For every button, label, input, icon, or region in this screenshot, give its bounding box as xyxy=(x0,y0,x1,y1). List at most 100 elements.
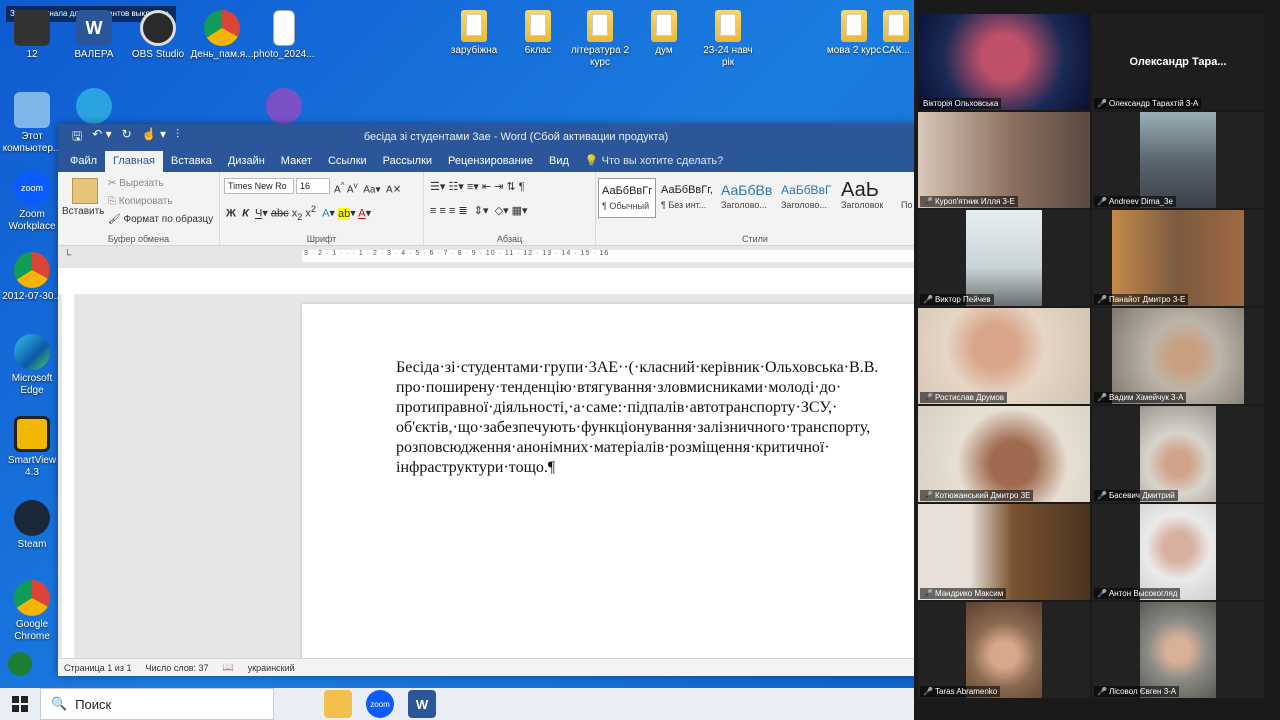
tab-home[interactable]: Главная xyxy=(105,151,163,172)
tab-selector-icon[interactable]: └ xyxy=(64,250,71,261)
participant-video xyxy=(918,406,1090,502)
font-format-buttons[interactable]: Ж К Ч▾ abc x2 x2 A▾ ab▾ A▾ xyxy=(226,204,371,222)
tab-review[interactable]: Рецензирование xyxy=(440,151,541,172)
clipboard-group-label: Буфер обмена xyxy=(107,234,170,244)
participant-tile[interactable]: 🎤 Панайот Дмитро 3-Е xyxy=(1092,210,1264,306)
document-page[interactable]: Бесіда·зі·студентами·групи·3АЕ··(·класни… xyxy=(302,304,914,658)
document-body-text[interactable]: Бесіда·зі·студентами·групи·3АЕ··(·класни… xyxy=(396,358,914,478)
document-area[interactable]: Бесіда·зі·студентами·групи·3АЕ··(·класни… xyxy=(58,294,914,658)
desktop-icon-12[interactable]: 12 xyxy=(0,10,64,61)
chrome-icon xyxy=(14,580,50,616)
tab-design[interactable]: Дизайн xyxy=(220,151,273,172)
list-buttons[interactable]: ☰▾ ☷▾ ≡▾ ⇤ ⇥ ⇅ ¶ xyxy=(430,180,525,193)
participant-name: 🎤 Мандрико Максим xyxy=(920,588,1007,599)
zoom-taskbar-icon[interactable]: zoom xyxy=(366,690,394,718)
desktop-folder-mova[interactable]: мова 2 курс xyxy=(822,10,886,57)
muted-mic-icon: 🎤 xyxy=(923,687,933,696)
proofing-icon[interactable]: 📖 xyxy=(223,662,234,673)
ribbon: Вставить ✂ Вырезать ⎘ Копировать 🖌 Форма… xyxy=(58,172,914,246)
start-button[interactable] xyxy=(0,688,40,720)
participant-tile[interactable]: 🎤 Вадим Хімейчук 3-А xyxy=(1092,308,1264,404)
participant-tile[interactable]: 🎤 Виктор Пейчев xyxy=(918,210,1090,306)
touch-mode-icon[interactable]: ☝ ▾ xyxy=(142,127,166,148)
participant-tile[interactable]: 🎤 Andreev Dima_3е xyxy=(1092,112,1264,208)
participant-tile[interactable]: 🎤 Ростислав Друмов xyxy=(918,308,1090,404)
participant-tile[interactable]: 🎤 Куроп'ятник Илля 3-Е xyxy=(918,112,1090,208)
customize-qat-icon[interactable]: ⫶ xyxy=(176,127,179,148)
desktop-folder-zarubizhna[interactable]: зарубіжна xyxy=(442,10,506,57)
muted-mic-icon: 🎤 xyxy=(1097,589,1107,598)
participant-name: 🎤 Панайот Дмитро 3-Е xyxy=(1094,294,1189,305)
word-count[interactable]: Число слов: 37 xyxy=(145,663,208,673)
grow-shrink-font-buttons[interactable]: A^ Av Aa▾ A✕ xyxy=(334,180,401,195)
participant-tile[interactable]: 🎤 Котюжанський Дмитро 3Е xyxy=(918,406,1090,502)
participant-tile[interactable]: Олександр Тара... 🎤 Олександр Тарахтій 3-… xyxy=(1092,14,1264,110)
tab-insert[interactable]: Вставка xyxy=(163,151,220,172)
taskbar-search[interactable]: 🔍 Поиск xyxy=(40,688,274,720)
participant-tile[interactable]: 🎤 Антон Высокогляд xyxy=(1092,504,1264,600)
participant-tile[interactable]: 🎤 Лісовол Євген 3-А xyxy=(1092,602,1264,698)
style-heading-1[interactable]: АаБбВв Заголово... xyxy=(718,178,776,218)
participant-name: 🎤 Taras Abramenko xyxy=(920,686,1001,697)
desktop-icon-telegram[interactable] xyxy=(62,88,126,127)
style-normal[interactable]: АаБбВвГг, ¶ Обычный xyxy=(598,178,656,218)
participant-name: 🎤 Ростислав Друмов xyxy=(920,392,1008,403)
desktop-icon-smartview[interactable]: SmartView 4.3 xyxy=(0,416,64,479)
horizontal-ruler[interactable]: 3 · 2 · 1 · · · 1 · 2 · 3 · 4 · 5 · 6 · … xyxy=(302,250,914,262)
participant-tile[interactable]: Вікторія Ольховська xyxy=(918,14,1090,110)
tab-mailings[interactable]: Рассылки xyxy=(375,151,440,172)
tab-layout[interactable]: Макет xyxy=(273,151,320,172)
desktop-folder-dum[interactable]: дум xyxy=(632,10,696,57)
language-indicator[interactable]: украинский xyxy=(248,663,295,673)
file-explorer-icon[interactable] xyxy=(324,690,352,718)
participant-tile[interactable]: 🎤 Басевич Дмитрий xyxy=(1092,406,1264,502)
desktop-folder-literatura[interactable]: література 2 курс xyxy=(568,10,632,69)
desktop-folder-sak[interactable]: САК... xyxy=(878,10,914,57)
muted-mic-icon: 🎤 xyxy=(923,295,933,304)
desktop-icon-valera[interactable]: W ВАЛЕРА xyxy=(62,10,126,61)
desktop-icon-this-pc[interactable]: Этот компьютер... xyxy=(0,92,64,155)
tell-me-box[interactable]: 💡 Что вы хотите сделать? xyxy=(577,150,731,172)
tab-references[interactable]: Ссылки xyxy=(320,151,375,172)
tab-file[interactable]: Файл xyxy=(62,151,105,172)
desktop-folder-6klas[interactable]: 6клас xyxy=(506,10,570,57)
muted-mic-icon: 🎤 xyxy=(1097,393,1107,402)
computer-icon xyxy=(14,92,50,128)
style-more[interactable]: По xyxy=(898,178,914,218)
desktop-icon-edge[interactable]: Microsoft Edge xyxy=(0,334,64,397)
format-painter-button[interactable]: 🖌 Формат по образцу xyxy=(108,214,213,225)
desktop-icon-chrome-doc[interactable]: День_пам.я... xyxy=(190,10,254,61)
cut-button[interactable]: ✂ Вырезать xyxy=(108,178,164,189)
desktop-icon-steam[interactable]: Steam xyxy=(0,500,64,551)
participant-video xyxy=(918,14,1090,110)
participant-video xyxy=(1140,406,1216,502)
paste-icon[interactable] xyxy=(72,178,98,204)
page-count[interactable]: Страница 1 из 1 xyxy=(64,663,131,673)
save-icon[interactable]: 🖫 xyxy=(72,127,82,148)
participant-tile[interactable]: 🎤 Taras Abramenko xyxy=(918,602,1090,698)
desktop-icon-viber[interactable] xyxy=(252,88,316,127)
style-title[interactable]: АаЬ Заголовок xyxy=(838,178,896,218)
paragraph-group: ☰▾ ☷▾ ≡▾ ⇤ ⇥ ⇅ ¶ ≡ ≡ ≡ ≣ ⇕▾ ◇▾ ▦▾ Абзац xyxy=(424,172,596,246)
desktop-icon-photo[interactable]: photo_2024... xyxy=(252,10,316,61)
desktop-icon-pen[interactable] xyxy=(4,652,36,679)
participant-video xyxy=(1112,210,1244,306)
tab-view[interactable]: Вид xyxy=(541,151,577,172)
redo-icon[interactable]: ↻ xyxy=(122,127,132,148)
font-size-select[interactable]: 16 xyxy=(296,178,330,194)
undo-icon[interactable]: ↶ ▾ xyxy=(92,127,111,148)
participant-tile[interactable]: 🎤 Мандрико Максим xyxy=(918,504,1090,600)
desktop-folder-23-24[interactable]: 23-24 навч рік xyxy=(696,10,760,69)
desktop-icon-obs[interactable]: OBS Studio xyxy=(126,10,190,61)
copy-button[interactable]: ⎘ Копировать xyxy=(108,196,173,207)
font-name-select[interactable]: Times New Ro xyxy=(224,178,294,194)
style-no-spacing[interactable]: АаБбВвГг, ¶ Без инт... xyxy=(658,178,716,218)
paste-button[interactable]: Вставить xyxy=(62,206,104,217)
desktop-icon-chrome[interactable]: Google Chrome xyxy=(0,580,64,643)
alignment-buttons[interactable]: ≡ ≡ ≡ ≣ ⇕▾ ◇▾ ▦▾ xyxy=(430,204,528,217)
desktop-icon-zoom[interactable]: zoom Zoom Workplace xyxy=(0,170,64,233)
desktop-icon-chrome-2012[interactable]: 2012-07-30... xyxy=(0,252,64,303)
style-heading-2[interactable]: АаБбВвГ Заголово... xyxy=(778,178,836,218)
word-taskbar-icon[interactable]: W xyxy=(408,690,436,718)
vertical-ruler[interactable] xyxy=(62,294,74,658)
